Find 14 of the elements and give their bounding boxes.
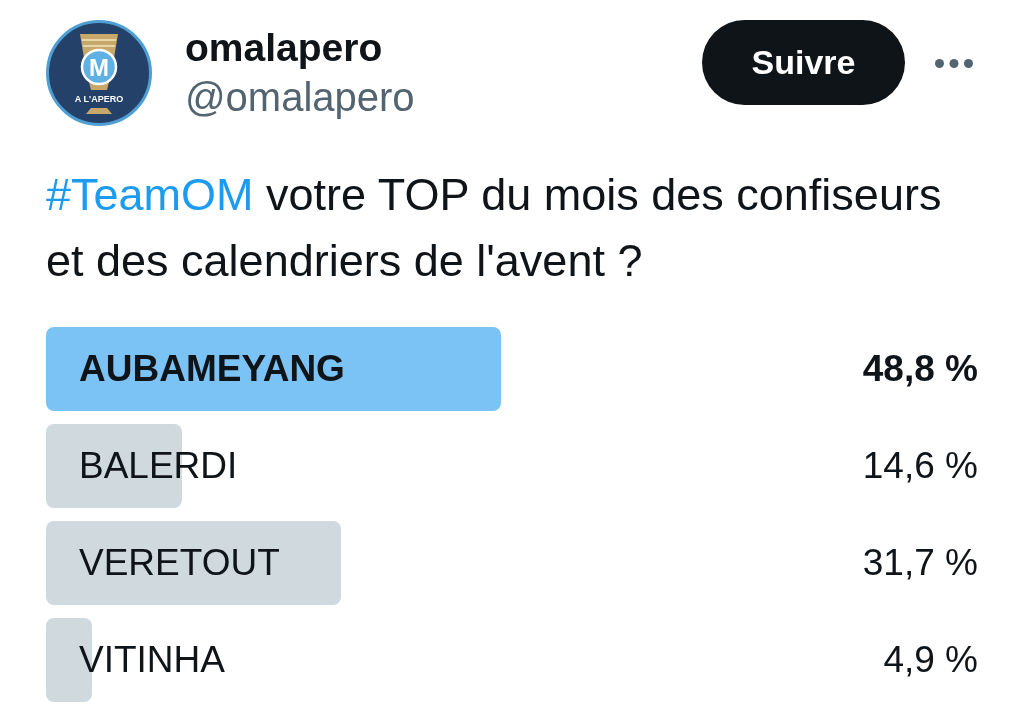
author-handle[interactable]: @omalapero: [185, 74, 415, 120]
avatar-logo: M A L'APERO: [46, 20, 152, 126]
poll-option-label: BALERDI: [79, 444, 238, 488]
more-icon[interactable]: [935, 59, 973, 68]
poll-option-label: AUBAMEYANG: [79, 347, 345, 391]
poll-option-label: VERETOUT: [79, 541, 280, 585]
author-name[interactable]: omalapero: [185, 26, 415, 70]
poll-option-label: VITINHA: [79, 638, 225, 682]
follow-button[interactable]: Suivre: [702, 20, 905, 105]
tweet-text: #TeamOM votre TOP du mois des confiseurs et des calendriers de l'avent ?: [46, 168, 943, 288]
poll-percentage: 31,7 %: [862, 541, 978, 585]
poll-percentage: 4,9 %: [883, 638, 978, 682]
poll-percentage: 14,6 %: [862, 444, 978, 488]
poll-percentage: 48,8 %: [862, 347, 978, 391]
